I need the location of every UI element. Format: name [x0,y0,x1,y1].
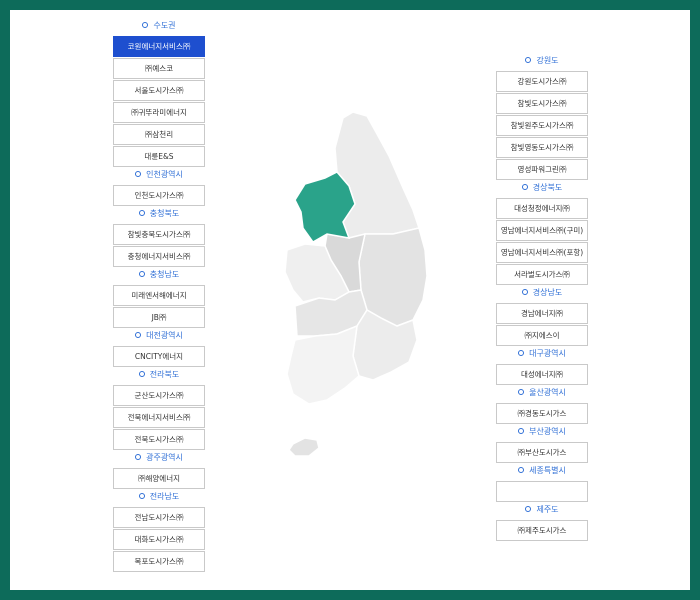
company-button[interactable]: 군산도시가스㈜ [113,385,205,406]
company-button[interactable]: 참빛영동도시가스㈜ [496,137,588,158]
region-label: 경상북도 [532,183,563,192]
company-button[interactable]: 영남에너지서비스㈜(포항) [496,242,588,263]
region-label: 전라북도 [149,370,180,379]
region-label: 경상남도 [532,288,563,297]
region-bullet-icon [518,388,525,395]
region-heading: 광주광역시 [113,451,205,465]
company-button[interactable]: ㈜제주도시가스 [496,520,588,541]
region-heading: 대전광역시 [113,329,205,343]
company-button[interactable]: 코원에너지서비스㈜ [113,36,205,57]
region-heading: 경상남도 [496,286,588,300]
region-bullet-icon [135,453,142,460]
company-button[interactable]: ㈜해양에너지 [113,468,205,489]
company-button[interactable]: 강원도시가스㈜ [496,71,588,92]
company-button[interactable]: 대화도시가스㈜ [113,529,205,550]
region-bullet-icon [521,183,528,190]
company-button[interactable]: 참빛도시가스㈜ [496,93,588,114]
region-heading: 세종특별시 [496,464,588,478]
company-button[interactable]: 영남에너지서비스㈜(구미) [496,220,588,241]
region-bullet-icon [138,209,145,216]
region-label: 대전광역시 [146,331,183,340]
company-button[interactable]: ㈜귀뚜라미에너지 [113,102,205,123]
company-button[interactable]: ㈜경동도시가스 [496,403,588,424]
company-button[interactable]: 전북도시가스㈜ [113,429,205,450]
company-button[interactable] [496,481,588,502]
region-heading: 전라북도 [113,368,205,382]
company-button[interactable]: ㈜부산도시가스 [496,442,588,463]
region-bullet-icon [525,505,532,512]
region-heading: 울산광역시 [496,386,588,400]
company-button[interactable]: ㈜예스코 [113,58,205,79]
region-label: 강원도 [536,56,559,65]
company-button[interactable]: 전북에너지서비스㈜ [113,407,205,428]
map-region-jeju[interactable] [288,437,320,457]
region-label: 광주광역시 [146,453,183,462]
region-heading: 경상북도 [496,181,588,195]
company-button[interactable]: 경남에너지㈜ [496,303,588,324]
map-region-sudogwon[interactable] [294,171,356,243]
korea-map [284,111,428,457]
region-label: 대구광역시 [529,349,566,358]
company-button[interactable]: 영성파워그린㈜ [496,159,588,180]
company-button[interactable]: 목포도시가스㈜ [113,551,205,572]
company-button[interactable]: 미래엔서해에너지 [113,285,205,306]
region-bullet-icon [525,56,532,63]
map-region-jeonnam[interactable] [286,324,360,405]
region-label: 전라남도 [149,492,180,501]
company-button[interactable]: 대륜E&S [113,146,205,167]
region-label: 충청남도 [149,270,180,279]
region-bullet-icon [521,288,528,295]
company-button[interactable]: 충청에너지서비스㈜ [113,246,205,267]
region-label: 울산광역시 [529,388,566,397]
region-heading: 강원도 [496,54,588,68]
region-bullet-icon [518,349,525,356]
company-button[interactable]: 대성청정에너지㈜ [496,198,588,219]
company-button[interactable]: 참빛원주도시가스㈜ [496,115,588,136]
region-bullet-icon [138,492,145,499]
company-button[interactable]: 서라벌도시가스㈜ [496,264,588,285]
region-heading: 대구광역시 [496,347,588,361]
region-heading: 부산광역시 [496,425,588,439]
region-label: 제주도 [536,505,559,514]
region-heading: 수도권 [113,19,205,33]
region-label: 수도권 [153,21,176,30]
map-region-gangwon[interactable] [334,111,420,239]
company-button[interactable]: 참빛충북도시가스㈜ [113,224,205,245]
region-heading: 전라남도 [113,490,205,504]
company-button[interactable]: ㈜지에스이 [496,325,588,346]
company-button[interactable]: 서울도시가스㈜ [113,80,205,101]
region-heading: 충청남도 [113,268,205,282]
region-bullet-icon [135,331,142,338]
region-heading: 충청북도 [113,207,205,221]
region-label: 충청북도 [149,209,180,218]
region-bullet-icon [135,170,142,177]
service-area-panel: 수도권코원에너지서비스㈜ ㈜예스코 서울도시가스㈜ ㈜귀뚜라미에너지 ㈜삼천리 대륜E&S… [10,10,690,590]
region-label: 부산광역시 [529,427,566,436]
company-button[interactable]: ㈜삼천리 [113,124,205,145]
company-button[interactable]: JB㈜ [113,307,205,328]
region-label: 인천광역시 [146,170,183,179]
region-heading: 제주도 [496,503,588,517]
company-button[interactable]: 전남도시가스㈜ [113,507,205,528]
company-button[interactable]: 대성에너지㈜ [496,364,588,385]
region-label: 세종특별시 [529,466,566,475]
region-bullet-icon [518,427,525,434]
region-bullet-icon [138,370,145,377]
region-bullet-icon [138,270,145,277]
region-bullet-icon [142,21,149,28]
company-button[interactable]: 인천도시가스㈜ [113,185,205,206]
region-bullet-icon [518,466,525,473]
region-heading: 인천광역시 [113,168,205,182]
company-button[interactable]: CNCITY에너지 [113,346,205,367]
